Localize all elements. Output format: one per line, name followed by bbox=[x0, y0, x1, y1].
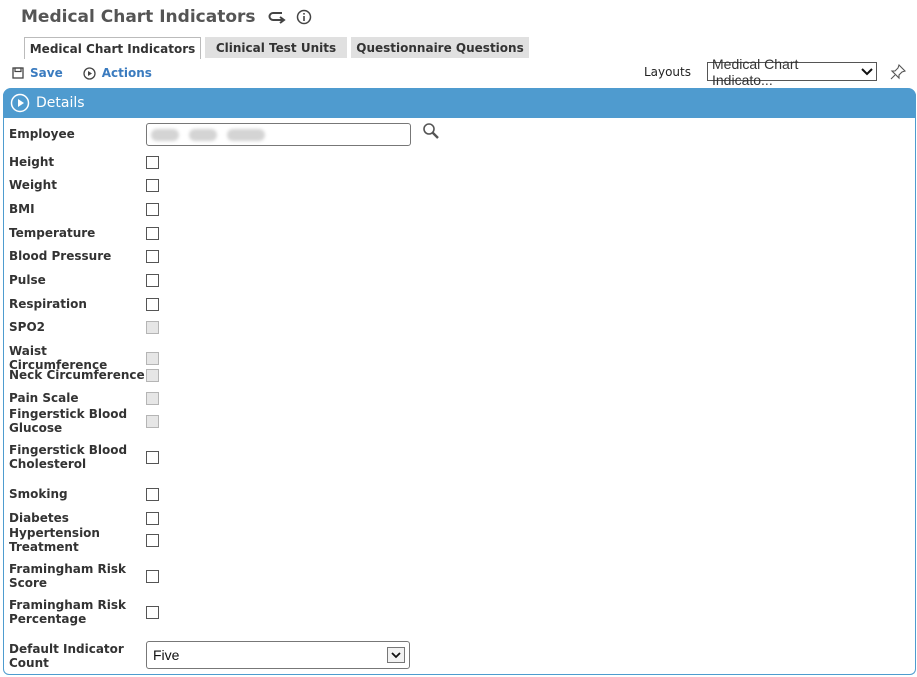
return-icon[interactable] bbox=[268, 10, 286, 24]
expand-play-icon bbox=[10, 93, 30, 113]
indicator-row: Respiration bbox=[9, 297, 159, 311]
default-count-value: Five bbox=[153, 647, 180, 663]
indicator-checkbox[interactable] bbox=[146, 178, 159, 192]
indicator-checkbox[interactable] bbox=[146, 487, 159, 501]
indicator-label: Diabetes bbox=[9, 511, 69, 525]
indicator-checkbox[interactable] bbox=[146, 249, 159, 263]
indicator-row: Fingerstick Blood Glucose bbox=[9, 407, 159, 435]
indicator-label: Fingerstick Blood Glucose bbox=[9, 407, 128, 435]
indicator-label: Pain Scale bbox=[9, 391, 79, 405]
indicator-row: Framingham Risk Score bbox=[9, 562, 159, 590]
indicator-checkbox[interactable] bbox=[146, 202, 159, 216]
layouts-group: Layouts Medical Chart Indicato... bbox=[643, 56, 907, 88]
default-count-row: Default Indicator Count bbox=[9, 642, 146, 670]
indicator-label: SPO2 bbox=[9, 320, 45, 334]
indicator-checkbox bbox=[146, 368, 159, 382]
employee-input[interactable] bbox=[146, 123, 411, 146]
indicator-label: Blood Pressure bbox=[9, 249, 112, 263]
info-icon[interactable] bbox=[296, 9, 312, 25]
indicator-row: Height bbox=[9, 155, 159, 169]
indicator-checkbox[interactable] bbox=[146, 155, 159, 169]
tab-bar: Medical Chart Indicators Clinical Test U… bbox=[24, 37, 533, 59]
layouts-select[interactable]: Medical Chart Indicato... bbox=[707, 56, 877, 88]
indicator-label: Smoking bbox=[9, 487, 68, 501]
tab-medical-chart-indicators[interactable]: Medical Chart Indicators bbox=[24, 37, 201, 59]
save-label: Save bbox=[30, 66, 63, 80]
actions-button[interactable]: Actions bbox=[83, 66, 152, 80]
indicator-row: Pulse bbox=[9, 273, 159, 287]
indicator-checkbox[interactable] bbox=[146, 605, 159, 619]
indicator-checkbox[interactable] bbox=[146, 273, 159, 287]
tab-questionnaire-questions[interactable]: Questionnaire Questions bbox=[351, 37, 529, 58]
indicator-label: Pulse bbox=[9, 273, 46, 287]
indicator-label: BMI bbox=[9, 202, 35, 216]
indicator-row: Blood Pressure bbox=[9, 249, 159, 263]
indicator-label: Framingham Risk Percentage bbox=[9, 598, 126, 626]
save-button[interactable]: Save bbox=[12, 66, 63, 80]
search-icon[interactable] bbox=[422, 122, 440, 144]
toolbar: Save Actions bbox=[12, 66, 172, 80]
actions-label: Actions bbox=[101, 66, 152, 80]
indicator-row: Weight bbox=[9, 178, 159, 192]
indicator-label: Weight bbox=[9, 178, 57, 192]
indicator-row: Framingham Risk Percentage bbox=[9, 598, 159, 626]
tab-clinical-test-units[interactable]: Clinical Test Units bbox=[205, 37, 347, 58]
indicator-checkbox bbox=[146, 320, 159, 334]
indicator-checkbox[interactable] bbox=[146, 569, 159, 583]
indicator-row: SPO2 bbox=[9, 320, 159, 334]
chevron-down-icon bbox=[387, 647, 405, 663]
title-row: Medical Chart Indicators bbox=[21, 7, 312, 27]
indicator-label: Temperature bbox=[9, 226, 96, 240]
indicator-checkbox[interactable] bbox=[146, 533, 159, 547]
default-count-select[interactable]: Five bbox=[146, 641, 410, 669]
indicator-checkbox[interactable] bbox=[146, 450, 159, 464]
indicator-label: Height bbox=[9, 155, 55, 169]
indicator-label: Framingham Risk Score bbox=[9, 562, 126, 590]
layouts-label: Layouts bbox=[643, 64, 691, 79]
employee-row: Employee bbox=[9, 127, 146, 141]
employee-value-redacted bbox=[151, 126, 406, 143]
play-circle-icon bbox=[83, 66, 96, 80]
indicator-row: Smoking bbox=[9, 487, 159, 501]
indicator-label: Hypertension Treatment bbox=[9, 526, 100, 554]
indicator-row: BMI bbox=[9, 202, 159, 216]
indicator-checkbox bbox=[146, 414, 159, 428]
indicator-checkbox bbox=[146, 391, 159, 405]
indicator-row: Hypertension Treatment bbox=[9, 526, 159, 554]
details-panel-header[interactable]: Details bbox=[3, 88, 916, 118]
indicator-row: Temperature bbox=[9, 226, 159, 240]
save-icon bbox=[12, 67, 24, 79]
details-panel: Details Employee Height Weight BMI Temperat… bbox=[3, 88, 916, 675]
chevron-down-icon bbox=[859, 67, 876, 76]
pin-icon[interactable] bbox=[889, 63, 907, 81]
page-title: Medical Chart Indicators bbox=[21, 7, 256, 27]
indicator-row: Diabetes bbox=[9, 511, 159, 525]
indicator-row: Fingerstick Blood Cholesterol bbox=[9, 443, 159, 471]
indicator-row: Pain Scale bbox=[9, 391, 159, 405]
indicator-checkbox[interactable] bbox=[146, 511, 159, 525]
details-title: Details bbox=[36, 95, 85, 111]
indicator-label: Fingerstick Blood Cholesterol bbox=[9, 443, 128, 471]
layouts-selected-value: Medical Chart Indicato... bbox=[712, 55, 799, 88]
indicator-row: Neck Circumference bbox=[9, 368, 159, 382]
employee-label: Employee bbox=[9, 127, 75, 141]
indicator-checkbox[interactable] bbox=[146, 226, 159, 240]
indicator-label: Respiration bbox=[9, 297, 87, 311]
indicator-checkbox bbox=[146, 351, 159, 365]
indicator-label: Neck Circumference bbox=[9, 368, 145, 382]
indicator-checkbox[interactable] bbox=[146, 297, 159, 311]
default-count-label: Default Indicator Count bbox=[9, 642, 124, 670]
